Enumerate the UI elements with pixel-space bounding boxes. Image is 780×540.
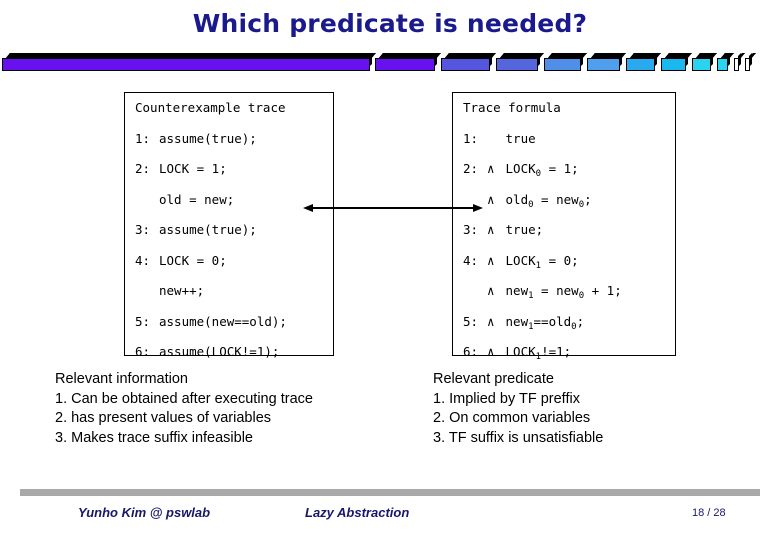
footer-subject: Lazy Abstraction xyxy=(305,505,410,520)
decorative-bar-segment xyxy=(441,58,490,71)
formula-line: 4: ∧ LOCK1 = 0; xyxy=(463,252,579,271)
decorative-bar-segment xyxy=(745,58,750,71)
conjunction-symbol: ∧ xyxy=(487,283,495,298)
variable-subscript: 0 xyxy=(571,321,577,332)
decorative-bar-segment xyxy=(587,58,620,71)
formula-line: 6: ∧ LOCK1!=1; xyxy=(463,344,572,363)
code-line-text: LOCK = 1; xyxy=(159,161,227,176)
code-line-text: assume(LOCK!=1); xyxy=(159,344,280,359)
formula-line-number: 3: xyxy=(463,222,479,237)
footer-author: Yunho Kim @ pswlab xyxy=(78,505,211,520)
code-line-text: old = new; xyxy=(159,191,235,207)
decorative-bar-segment xyxy=(692,58,711,71)
decorative-bar-segment xyxy=(2,58,370,71)
code-line: 5: assume(new==old); xyxy=(135,313,287,329)
code-line-number: 4: xyxy=(135,252,151,268)
variable-subscript: 1 xyxy=(528,321,534,332)
relevant-predicate-heading: Relevant predicate xyxy=(433,371,554,387)
code-line: old = new; xyxy=(135,191,235,207)
formula-line: 3: ∧ true; xyxy=(463,223,543,237)
code-line: 6: assume(LOCK!=1); xyxy=(135,345,279,359)
code-line: 4: LOCK = 0; xyxy=(135,252,227,268)
conjunction-symbol: ∧ xyxy=(487,191,495,207)
formula-line-text: new1==old0; xyxy=(498,313,585,332)
code-line-text: LOCK = 0; xyxy=(159,252,227,268)
relevant-predicate-item: 3. TF suffix is unsatisfiable xyxy=(433,429,604,446)
variable-subscript: 0 xyxy=(578,291,585,301)
formula-line: ∧ new1 = new0 + 1; xyxy=(463,283,622,302)
formula-line-text: old0 = new0; xyxy=(498,191,592,210)
code-line-text: assume(new==old); xyxy=(159,313,287,329)
relevant-information-block: Relevant information 1. Can be obtained a… xyxy=(55,370,313,448)
code-line: 2: LOCK = 1; xyxy=(135,162,227,176)
decorative-bar-segment xyxy=(496,58,538,71)
formula-line: 5: ∧ new1==old0; xyxy=(463,313,585,332)
formula-line: 2: ∧ LOCK0 = 1; xyxy=(463,161,579,180)
counterexample-trace-box: Counterexample trace 1: assume(true); 2: LOC… xyxy=(124,92,334,359)
trace-formula-box: Trace formula 1: true 2: ∧ LOCK0 = 1; ∧ old0… xyxy=(452,92,676,362)
code-line-number: 3: xyxy=(135,222,151,237)
relevant-predicate-item: 1. Implied by TF preffix xyxy=(433,390,580,407)
variable-subscript: 0 xyxy=(578,199,585,210)
relevant-information-item: 3. Makes trace suffix infeasible xyxy=(55,429,253,446)
formula-line-number: 2: xyxy=(463,161,479,176)
formula-line-text: LOCK1 = 0; xyxy=(498,252,579,271)
decorative-bar-segment xyxy=(661,58,686,71)
formula-line-number: 6: xyxy=(463,344,479,359)
code-line: new++; xyxy=(135,284,204,298)
bidirectional-link-arrow xyxy=(303,204,483,212)
formula-line-text: true; xyxy=(498,222,544,237)
conjunction-symbol: ∧ xyxy=(487,161,495,176)
decorative-bar-segment xyxy=(544,58,581,71)
code-line-number: 5: xyxy=(135,313,151,329)
code-box-header: Counterexample trace xyxy=(135,100,286,115)
relevant-predicate-block: Relevant predicate 1. Implied by TF preff… xyxy=(433,370,603,448)
variable-subscript: 1 xyxy=(535,352,542,362)
relevant-information-item: 1. Can be obtained after executing trace xyxy=(55,390,313,407)
relevant-predicate-item: 2. On common variables xyxy=(433,410,591,426)
formula-line-text: true xyxy=(498,130,536,146)
decorative-bar-segment xyxy=(375,58,435,71)
code-line: 1: assume(true); xyxy=(135,130,257,146)
code-line-text: assume(true); xyxy=(159,222,257,237)
page-title: Which predicate is needed? xyxy=(192,9,588,38)
formula-line-text: LOCK0 = 1; xyxy=(498,161,579,180)
decorative-bar-segment xyxy=(734,58,739,71)
variable-subscript: 0 xyxy=(528,199,534,210)
code-line-number: 6: xyxy=(135,344,151,359)
footer-page-number: 18 / 28 xyxy=(692,507,726,519)
variable-subscript: 0 xyxy=(535,169,542,179)
variable-subscript: 1 xyxy=(528,291,534,301)
code-box-header: Trace formula xyxy=(463,100,561,115)
relevant-information-heading: Relevant information xyxy=(55,371,188,387)
code-line-number: 1: xyxy=(135,130,151,146)
footer-divider xyxy=(20,489,760,496)
decorative-bar-strip xyxy=(0,52,780,76)
formula-line-text: new1 = new0 + 1; xyxy=(498,283,622,302)
formula-line-number: 4: xyxy=(463,252,479,268)
code-line: 3: assume(true); xyxy=(135,223,257,237)
formula-line: 1: true xyxy=(463,130,536,146)
code-line-text: new++; xyxy=(159,283,205,298)
conjunction-symbol: ∧ xyxy=(487,222,495,237)
formula-line-number: 1: xyxy=(463,130,479,146)
variable-subscript: 1 xyxy=(535,260,542,271)
conjunction-symbol: ∧ xyxy=(487,313,495,329)
conjunction-symbol: ∧ xyxy=(487,344,495,359)
code-line-number: 2: xyxy=(135,161,151,176)
decorative-bar-segment xyxy=(626,58,655,71)
relevant-information-item: 2. has present values of variables xyxy=(55,410,272,426)
formula-line-text: LOCK1!=1; xyxy=(498,344,572,363)
code-line-text: assume(true); xyxy=(159,130,257,146)
decorative-bar-segment xyxy=(717,58,728,71)
formula-line-number: 5: xyxy=(463,313,479,329)
conjunction-symbol: ∧ xyxy=(487,252,495,268)
